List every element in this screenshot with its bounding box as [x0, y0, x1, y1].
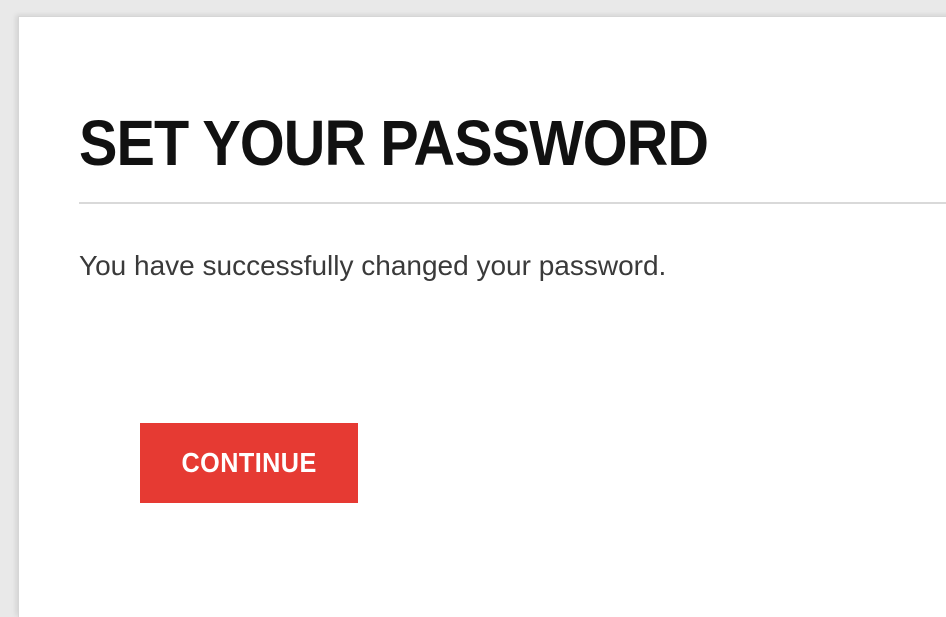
continue-button-label: CONTINUE: [181, 447, 317, 478]
page-title: SET YOUR PASSWORD: [79, 107, 709, 179]
title-divider: [79, 202, 946, 204]
password-card: SET YOUR PASSWORD You have successfully …: [18, 16, 946, 617]
success-message: You have successfully changed your passw…: [79, 250, 667, 281]
continue-button[interactable]: CONTINUE: [140, 423, 358, 503]
